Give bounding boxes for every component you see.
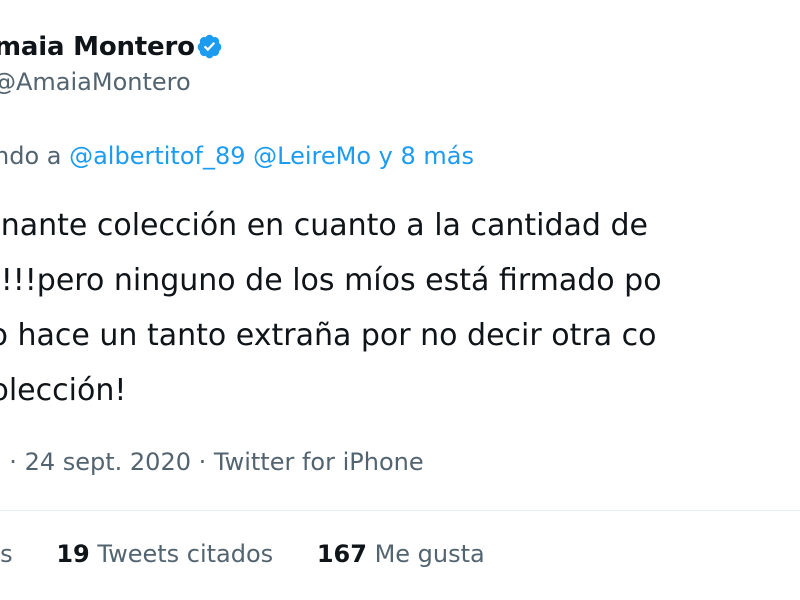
divider <box>0 510 800 511</box>
reply-context: ndo a @albertitof_89 @LeireMo y 8 más <box>0 142 474 170</box>
quote-tweets-count: 19 <box>56 540 90 568</box>
meta-separator: · <box>198 448 207 476</box>
likes-count: 167 <box>316 540 367 568</box>
tweet-detail-view: maia Montero @AmaiaMontero ndo a @albert… <box>0 0 800 600</box>
retweets-label: ets <box>0 540 13 568</box>
author-handle[interactable]: @AmaiaMontero <box>0 68 191 96</box>
retweets-stat[interactable]: ets <box>0 540 13 568</box>
reply-more-link[interactable]: y 8 más <box>379 142 474 170</box>
tweet-text: ionante colección en cuanto a la cantida… <box>0 198 800 418</box>
reply-mention-leiremo[interactable]: @LeireMo <box>253 142 371 170</box>
reply-prefix: ndo a <box>0 142 70 170</box>
tweet-header: maia Montero @AmaiaMontero <box>0 28 800 108</box>
tweet-source[interactable]: Twitter for iPhone <box>214 448 424 476</box>
meta-separator: · <box>9 448 17 476</box>
tweet-text-line: so hace un tanto extraña por no decir ot… <box>0 318 657 353</box>
tweet-date[interactable]: 24 sept. 2020 <box>25 448 191 476</box>
tweet-text-line: ionante colección en cuanto a la cantida… <box>0 208 648 243</box>
quote-tweets-label: Tweets citados <box>97 540 274 568</box>
likes-label: Me gusta <box>374 540 485 568</box>
likes-stat[interactable]: 167 Me gusta <box>317 540 485 568</box>
tweet-time[interactable]: . <box>0 448 2 476</box>
quote-tweets-stat[interactable]: 19 Tweets citados <box>56 540 273 568</box>
reply-mention-albertitof[interactable]: @albertitof_89 <box>69 142 245 170</box>
tweet-text-line: al!!!pero ninguno de los míos está firma… <box>0 263 662 298</box>
tweet-stats: ets 19 Tweets citados 167 Me gusta <box>0 540 521 568</box>
tweet-metadata: . · 24 sept. 2020 · Twitter for iPhone <box>0 448 424 476</box>
verified-badge-icon <box>197 34 222 59</box>
author-name[interactable]: maia Montero <box>0 32 195 62</box>
tweet-text-line: colección! <box>0 373 127 408</box>
